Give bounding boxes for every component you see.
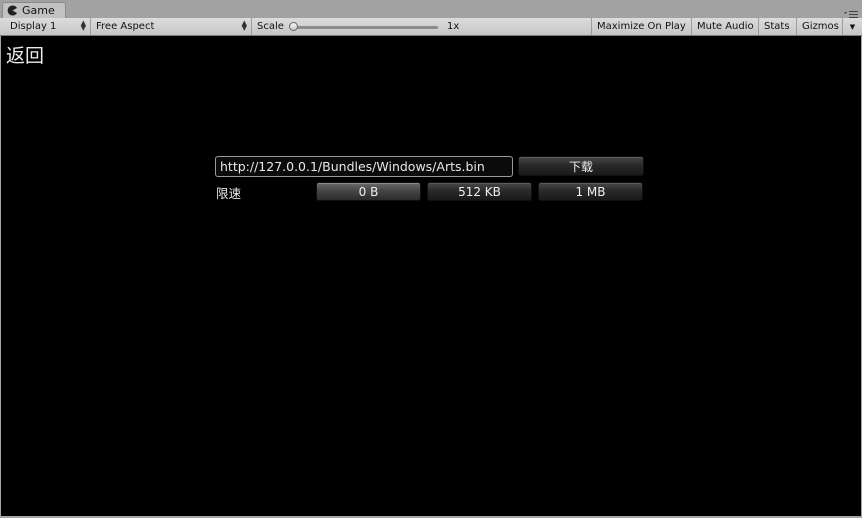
limit-option-512kb[interactable]: 512 KB [427,182,532,201]
download-button[interactable]: 下载 [518,156,644,176]
gizmos-toggle[interactable]: Gizmos [797,18,843,35]
maximize-on-play-toggle[interactable]: Maximize On Play [592,18,692,35]
dropdown-arrows-icon: ▲ ▼ [241,19,247,32]
back-button[interactable]: 返回 [6,41,44,68]
tab-bar: Game [0,0,862,18]
scale-value: 1x [447,21,460,32]
game-viewport[interactable]: 返回 下载 限速 0 B 512 KB 1 MB [1,36,861,516]
limit-option-0b[interactable]: 0 B [316,182,421,201]
chevron-down-icon: ▼ [849,22,856,31]
tab-menu-icon[interactable] [844,5,858,18]
gizmos-label: Gizmos [802,21,839,32]
url-input[interactable] [215,156,513,177]
speed-limit-label: 限速 [216,186,242,201]
display-dropdown[interactable]: Display 1 ▲ ▼ [5,18,91,35]
limit-option-1mb[interactable]: 1 MB [538,182,643,201]
tab-label: Game [22,4,55,17]
game-toolbar: Display 1 ▲ ▼ Free Aspect ▲ ▼ Scale 1x Max… [0,18,862,36]
aspect-dropdown-label: Free Aspect [96,21,155,32]
gizmos-dropdown-button[interactable]: ▼ [843,18,862,35]
dropdown-arrows-icon: ▲ ▼ [80,19,86,32]
mute-audio-toggle[interactable]: Mute Audio [692,18,759,35]
scale-label: Scale [257,21,284,32]
mute-audio-label: Mute Audio [697,21,754,32]
scale-control: Scale 1x [252,18,592,35]
game-window: Game Display 1 ▲ ▼ Free Aspect ▲ ▼ Scale 1… [0,0,862,518]
tab-game[interactable]: Game [2,2,66,18]
scale-slider[interactable] [292,26,438,29]
aspect-dropdown[interactable]: Free Aspect ▲ ▼ [91,18,252,35]
pacman-icon [7,5,18,16]
stats-toggle[interactable]: Stats [759,18,797,35]
display-dropdown-label: Display 1 [10,21,57,32]
scale-slider-thumb[interactable] [289,22,298,31]
maximize-on-play-label: Maximize On Play [597,21,686,32]
stats-label: Stats [764,21,790,32]
